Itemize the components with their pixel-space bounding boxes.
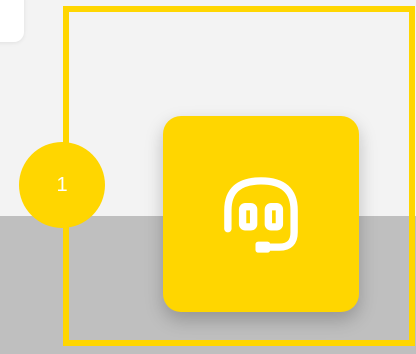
corner-card — [0, 0, 24, 42]
support-button[interactable] — [163, 116, 359, 312]
headset-icon — [215, 168, 307, 260]
tour-step-badge: 1 — [19, 142, 105, 228]
step-number: 1 — [56, 173, 68, 196]
